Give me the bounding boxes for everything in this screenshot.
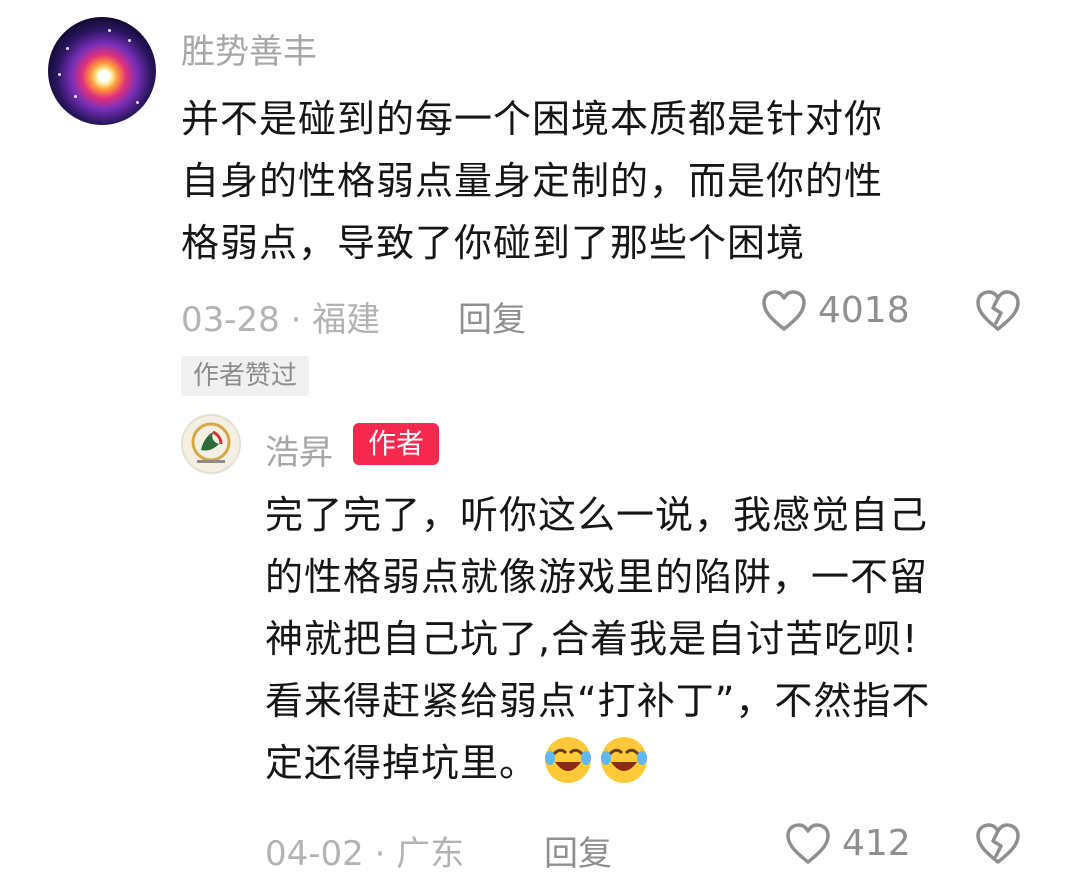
laughing-crying-emoji (598, 734, 650, 786)
broken-heart-icon[interactable] (974, 820, 1022, 868)
reply-line: 看来得赶紧给弱点“打补丁”，不然指不 (265, 679, 931, 723)
reply-line: 的性格弱点就像游戏里的陷阱，一不留 (265, 555, 929, 599)
broken-heart-icon[interactable] (974, 287, 1022, 335)
reply-author-name[interactable]: 浩昇 (265, 425, 333, 474)
reply-line: 神就把自己坑了,合着我是自讨苦吃呗! (265, 617, 919, 661)
author-badge: 作者 (353, 423, 439, 465)
comment-text: 并不是碰到的每一个困境本质都是针对你 自身的性格弱点量身定制的，而是你的性 格弱… (181, 88, 1041, 274)
heart-outline-icon[interactable] (784, 820, 832, 868)
comment-date-location: 03-28 · 福建 (181, 300, 381, 340)
author-avatar[interactable] (181, 414, 241, 474)
commenter-name[interactable]: 胜势善丰 (181, 24, 317, 73)
reply-text: 完了完了，听你这么一说，我感觉自己 的性格弱点就像游戏里的陷阱，一不留 神就把自… (265, 484, 1055, 794)
comment-line: 格弱点，导致了你碰到了那些个困境 (181, 221, 806, 265)
reply-line: 完了完了，听你这么一说，我感觉自己 (265, 493, 929, 537)
like-count: 4018 (818, 290, 910, 331)
author-liked-tag: 作者赞过 (181, 356, 310, 396)
comment-line: 并不是碰到的每一个困境本质都是针对你 (181, 97, 884, 141)
laughing-crying-emoji (542, 734, 594, 786)
like-count: 412 (842, 823, 911, 864)
commenter-avatar[interactable] (48, 17, 156, 125)
reply-date-location: 04-02 · 广东 (265, 834, 465, 874)
reply-line: 定还得掉坑里。 (265, 741, 539, 785)
reply-button[interactable]: 回复 (458, 292, 526, 341)
reply-line-last: 定还得掉坑里。 (265, 732, 1055, 794)
comment-line: 自身的性格弱点量身定制的，而是你的性 (181, 159, 884, 203)
heart-outline-icon[interactable] (760, 287, 808, 335)
reply-button[interactable]: 回复 (544, 826, 612, 875)
